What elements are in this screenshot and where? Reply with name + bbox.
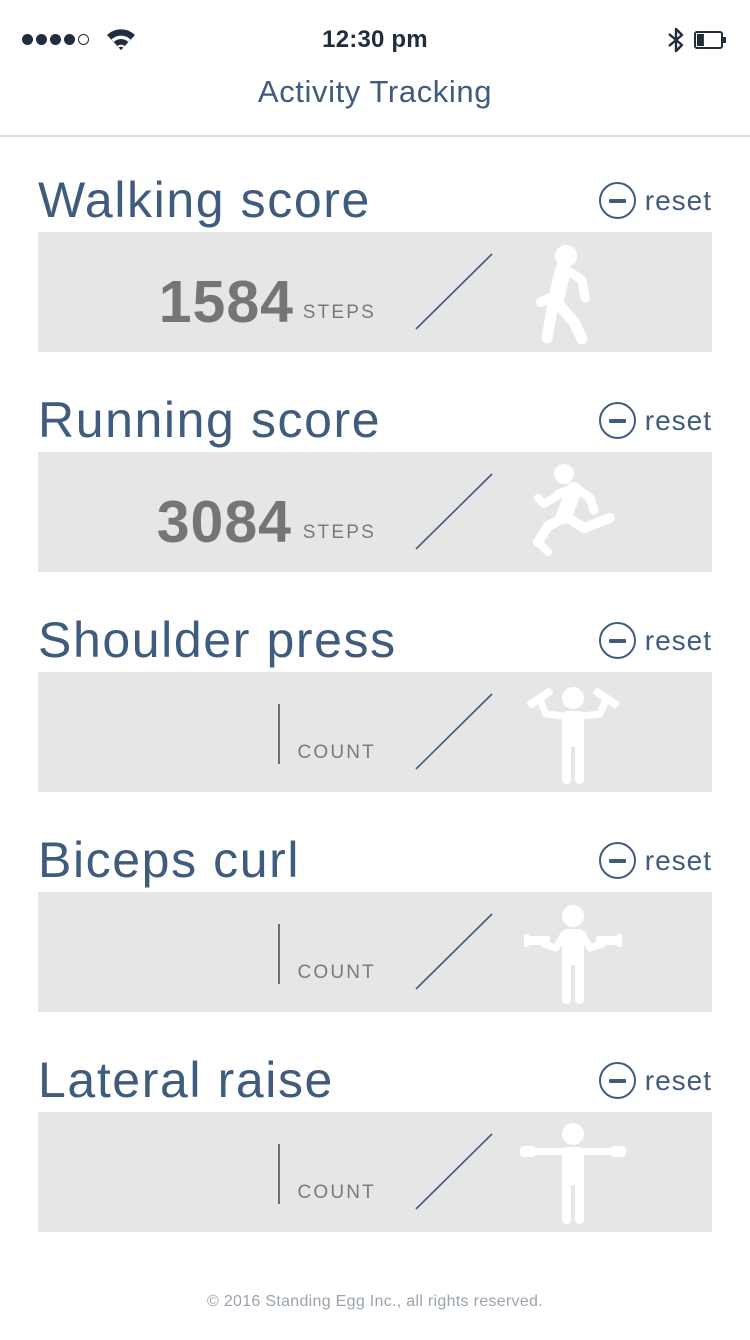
section-title: Walking score (38, 172, 371, 228)
activity-unit: COUNT (297, 742, 376, 763)
section-title: Running score (38, 392, 382, 448)
activity-card: COUNT (38, 672, 712, 792)
header-divider (0, 135, 750, 137)
empty-value-cursor (278, 704, 280, 764)
status-time: 12:30 pm (322, 26, 428, 53)
reset-label: reset (644, 1064, 712, 1096)
lateral-raise-icon (520, 1123, 626, 1224)
activity-card: COUNT (38, 1112, 712, 1232)
reset-label: reset (644, 624, 712, 656)
minus-circle-icon[interactable] (598, 182, 636, 219)
bluetooth-icon (668, 27, 684, 53)
activity-value: 1584 (158, 269, 294, 335)
divider-slash (415, 693, 493, 770)
section-title: Lateral raise (38, 1052, 334, 1108)
section-title: Shoulder press (38, 612, 397, 668)
status-bar: 12:30 pm (0, 0, 750, 78)
copyright-footer: © 2016 Standing Egg Inc., all rights res… (207, 1293, 543, 1310)
running-section: Running score reset 3084 STEPS (38, 390, 712, 590)
activity-card: 1584 STEPS (38, 232, 712, 352)
section-title: Biceps curl (38, 832, 301, 888)
biceps-curl-icon (524, 905, 622, 1004)
empty-value-cursor (278, 1144, 280, 1204)
lateral-raise-section: Lateral raise reset COUNT (38, 1050, 712, 1250)
activity-unit: COUNT (297, 1182, 376, 1203)
biceps-curl-reset-button[interactable]: reset (598, 842, 712, 879)
divider-slash (415, 913, 493, 990)
minus-circle-icon[interactable] (598, 622, 636, 659)
running-reset-button[interactable]: reset (598, 402, 712, 439)
page-title: Activity Tracking (257, 74, 493, 109)
shoulder-press-reset-button[interactable]: reset (598, 622, 712, 659)
activity-card: 3084 STEPS (38, 452, 712, 572)
battery-icon (694, 31, 726, 49)
biceps-curl-section: Biceps curl reset COUNT (38, 830, 712, 1030)
activity-value: 3084 (156, 489, 292, 555)
minus-circle-icon[interactable] (598, 1062, 636, 1099)
reset-label: reset (644, 184, 712, 216)
activity-card: COUNT (38, 892, 712, 1012)
reset-label: reset (644, 404, 712, 436)
walking-person-icon (536, 245, 590, 345)
shoulder-press-section: Shoulder press reset COUNT (38, 610, 712, 810)
activity-unit: COUNT (297, 962, 376, 983)
walking-section: Walking score reset 1584 STEPS (38, 170, 712, 370)
running-person-icon (533, 464, 615, 556)
walking-reset-button[interactable]: reset (598, 182, 712, 219)
minus-circle-icon[interactable] (598, 402, 636, 439)
divider-slash (415, 473, 493, 550)
shoulder-press-icon (527, 687, 619, 784)
lateral-raise-reset-button[interactable]: reset (598, 1062, 712, 1099)
reset-label: reset (644, 844, 712, 876)
minus-circle-icon[interactable] (598, 842, 636, 879)
activity-unit: STEPS (302, 302, 376, 323)
divider-slash (415, 253, 493, 330)
empty-value-cursor (278, 924, 280, 984)
activity-unit: STEPS (302, 522, 376, 543)
divider-slash (415, 1133, 493, 1210)
